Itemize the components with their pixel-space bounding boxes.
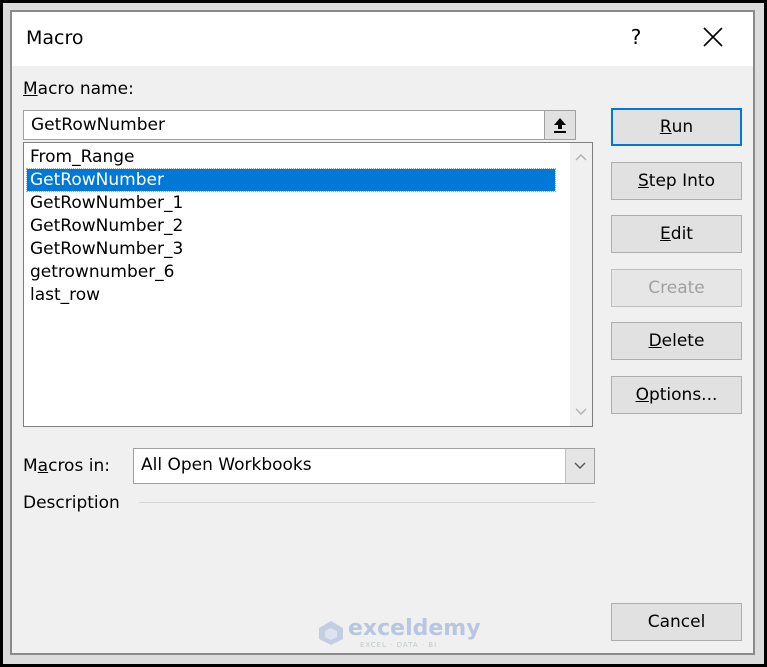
list-item[interactable]: last_row [27, 284, 555, 306]
macros-in-value: All Open Workbooks [141, 455, 312, 475]
watermark-name: exceldemy [348, 616, 481, 641]
list-item-selected[interactable]: GetRowNumber [26, 168, 556, 192]
list-item[interactable]: GetRowNumber_3 [27, 238, 555, 260]
collapse-button[interactable] [544, 110, 576, 140]
step-into-button[interactable]: Step Into [611, 162, 742, 200]
macro-name-value: GetRowNumber [31, 115, 165, 135]
delete-button[interactable]: Delete [611, 322, 742, 360]
list-scrollbar[interactable] [570, 143, 592, 426]
macros-in-select[interactable]: All Open Workbooks [133, 448, 595, 484]
description-label: Description [23, 493, 120, 513]
close-icon [703, 27, 723, 47]
macro-name-input[interactable]: GetRowNumber [23, 110, 566, 140]
description-divider [139, 502, 595, 503]
scroll-up-button[interactable] [570, 147, 592, 167]
list-item[interactable]: GetRowNumber_2 [27, 215, 555, 237]
watermark: exceldemy EXCEL · DATA · BI [318, 616, 481, 652]
cancel-button[interactable]: Cancel [611, 603, 742, 641]
macro-name-label: Macro name: [23, 79, 134, 99]
close-button[interactable] [700, 24, 726, 50]
run-button[interactable]: Run [611, 108, 742, 146]
list-item[interactable]: getrownumber_6 [27, 261, 555, 283]
edit-button[interactable]: Edit [611, 215, 742, 253]
list-item[interactable]: GetRowNumber_1 [27, 192, 555, 214]
chevron-down-icon [575, 408, 587, 415]
list-item[interactable]: From_Range [27, 146, 555, 168]
exceldemy-logo-icon [319, 621, 343, 645]
options-button[interactable]: Options... [611, 376, 742, 414]
chevron-up-icon [575, 154, 587, 161]
watermark-tagline: EXCEL · DATA · BI [360, 641, 438, 649]
arrow-up-icon [554, 118, 566, 133]
help-button[interactable]: ? [626, 25, 646, 49]
macros-in-label: Macros in: [23, 456, 110, 476]
title-bar: Macro ? [12, 12, 753, 66]
create-button: Create [611, 269, 742, 307]
macro-dialog: Macro ? Macro name: GetRowNumber From_Ra… [10, 10, 755, 655]
chevron-down-icon [574, 462, 586, 469]
macro-list[interactable]: From_Range GetRowNumber GetRowNumber_1 G… [23, 142, 593, 427]
dialog-title: Macro [26, 27, 84, 49]
dropdown-button[interactable] [565, 449, 594, 483]
scroll-down-button[interactable] [570, 402, 592, 422]
